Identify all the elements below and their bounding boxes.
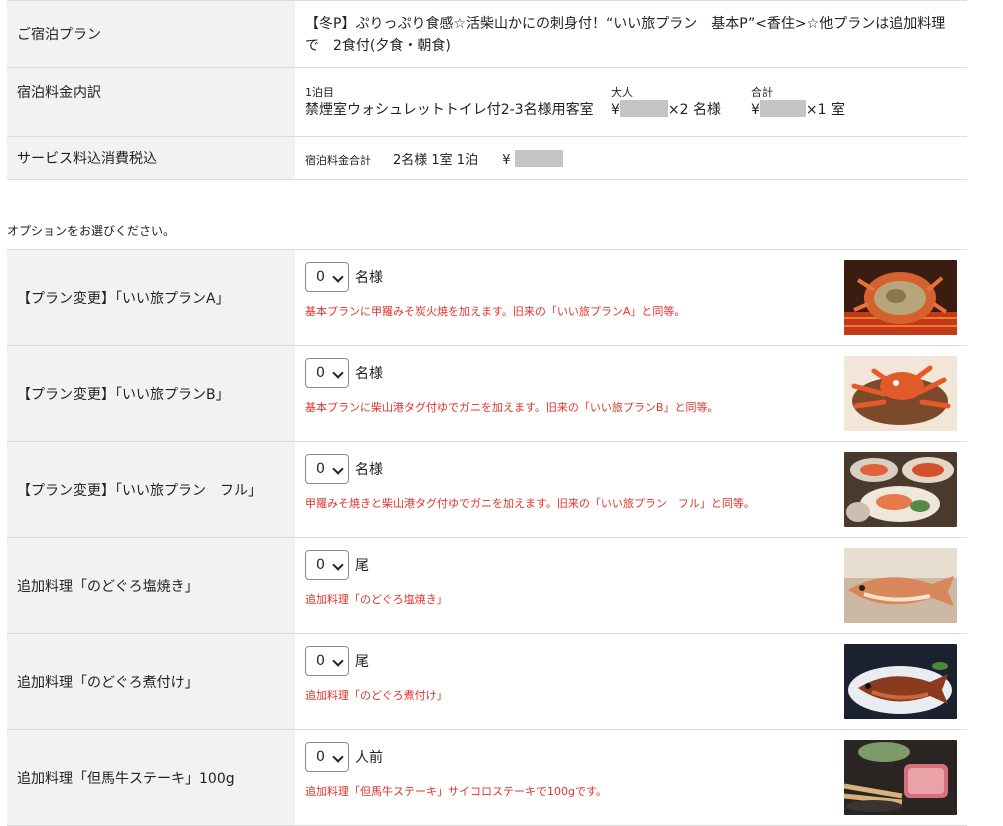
chevron-down-icon (332, 271, 344, 283)
option-row: 追加料理「のどぐろ塩焼き」 0尾 追加料理「のどぐろ塩焼き」 (7, 537, 967, 634)
fee-breakdown: 1泊目 禁煙室ウォシュレットトイレ付2-3名様用客室 大人 ¥ ×2 名様 合計 … (305, 68, 957, 136)
option-label: 追加料理「のどぐろ煮付け」 (7, 633, 295, 730)
option-label: 【プラン変更】「いい旅プランA」 (7, 249, 295, 346)
chevron-down-icon (332, 367, 344, 379)
chevron-down-icon (332, 463, 344, 475)
chevron-down-icon (332, 559, 344, 571)
option-description: 追加料理「のどぐろ煮付け」 (305, 689, 448, 702)
option-description: 甲羅みそ焼きと柴山港タグ付ゆでガニを加えます。旧来の「いい旅プラン フル」と同等… (305, 497, 755, 510)
boiled-crab-photo (844, 356, 957, 431)
tax-label: サービス料込消費税込 (7, 136, 295, 180)
beef-steak-photo (844, 740, 957, 815)
chevron-down-icon (332, 655, 344, 667)
reservation-summary-table: ご宿泊プラン 【冬P】ぷりっぷり食感☆活柴山かにの刺身付！“いい旅プラン 基本P… (7, 0, 967, 180)
night-head: 1泊目 (305, 86, 334, 99)
plan-name: 【冬P】ぷりっぷり食感☆活柴山かにの刺身付！“いい旅プラン 基本P”<香住>☆他… (305, 16, 946, 54)
grilled-fish-photo (844, 548, 957, 623)
option-label: 追加料理「のどぐろ塩焼き」 (7, 537, 295, 634)
masked-price (514, 150, 563, 167)
option-description: 基本プランに柴山港タグ付ゆでガニを加えます。旧来の「いい旅プランB」と同等。 (305, 401, 719, 414)
option-description: 基本プランに甲羅みそ炭火焼を加えます。旧来の「いい旅プランA」と同等。 (305, 305, 686, 318)
option-label: 【プラン変更】「いい旅プランB」 (7, 345, 295, 442)
option-label: 追加料理「但馬牛ステーキ」100g (7, 729, 295, 826)
room-type: 禁煙室ウォシュレットトイレ付2-3名様用客室 (305, 102, 594, 118)
adult-head: 大人 (611, 86, 633, 99)
simmered-fish-photo (844, 644, 957, 719)
option-description: 追加料理「のどぐろ塩焼き」 (305, 593, 448, 606)
masked-price (619, 100, 668, 117)
total-price: ¥ ×1 室 (751, 100, 846, 118)
masked-price (759, 100, 806, 117)
unit-label: 名様 (355, 366, 383, 382)
option-row: 【プラン変更】「いい旅プランA」 0 名様 基本プランに甲羅みそ炭火焼を加えます。… (7, 249, 967, 346)
option-description: 追加料理「但馬牛ステーキ」サイコロステーキで100gです。 (305, 785, 607, 798)
quantity-select[interactable]: 0 (305, 454, 349, 484)
crab-feast-photo (844, 452, 957, 527)
option-row: 追加料理「のどぐろ煮付け」 0尾 追加料理「のどぐろ煮付け」 (7, 633, 967, 730)
unit-label: 尾 (355, 558, 369, 574)
quantity-select[interactable]: 0 (305, 550, 349, 580)
option-row: 【プラン変更】「いい旅プラン フル」 0 名様 甲羅みそ焼きと柴山港タグ付ゆでガニ… (7, 441, 967, 538)
adult-price: ¥ ×2 名様 (611, 100, 722, 118)
total-head: 合計 (751, 86, 773, 99)
unit-label: 尾 (355, 654, 369, 670)
grand-total: 宿泊料金合計 2名様 1室 1泊 ¥ (305, 137, 957, 168)
quantity-select[interactable]: 0 (305, 358, 349, 388)
option-label: 【プラン変更】「いい旅プラン フル」 (7, 441, 295, 538)
unit-label: 名様 (355, 270, 383, 286)
option-row: 【プラン変更】「いい旅プランB」 0 名様 基本プランに柴山港タグ付ゆでガニを加え… (7, 345, 967, 442)
plan-label: ご宿泊プラン (7, 0, 295, 68)
crab-grill-photo (844, 260, 957, 335)
quantity-select[interactable]: 0 (305, 262, 349, 292)
unit-label: 名様 (355, 462, 383, 478)
quantity-select[interactable]: 0 (305, 742, 349, 772)
quantity-select[interactable]: 0 (305, 646, 349, 676)
option-row: 追加料理「但馬牛ステーキ」100g 0 人前 追加料理「但馬牛ステーキ」サイコロス… (7, 729, 967, 826)
options-table: 【プラン変更】「いい旅プランA」 0 名様 基本プランに甲羅みそ炭火焼を加えます。… (7, 249, 967, 826)
breakdown-label: 宿泊料金内訳 (7, 67, 295, 137)
unit-label: 人前 (355, 750, 383, 766)
chevron-down-icon (332, 751, 344, 763)
options-title: オプションをお選びください。 (7, 224, 176, 238)
